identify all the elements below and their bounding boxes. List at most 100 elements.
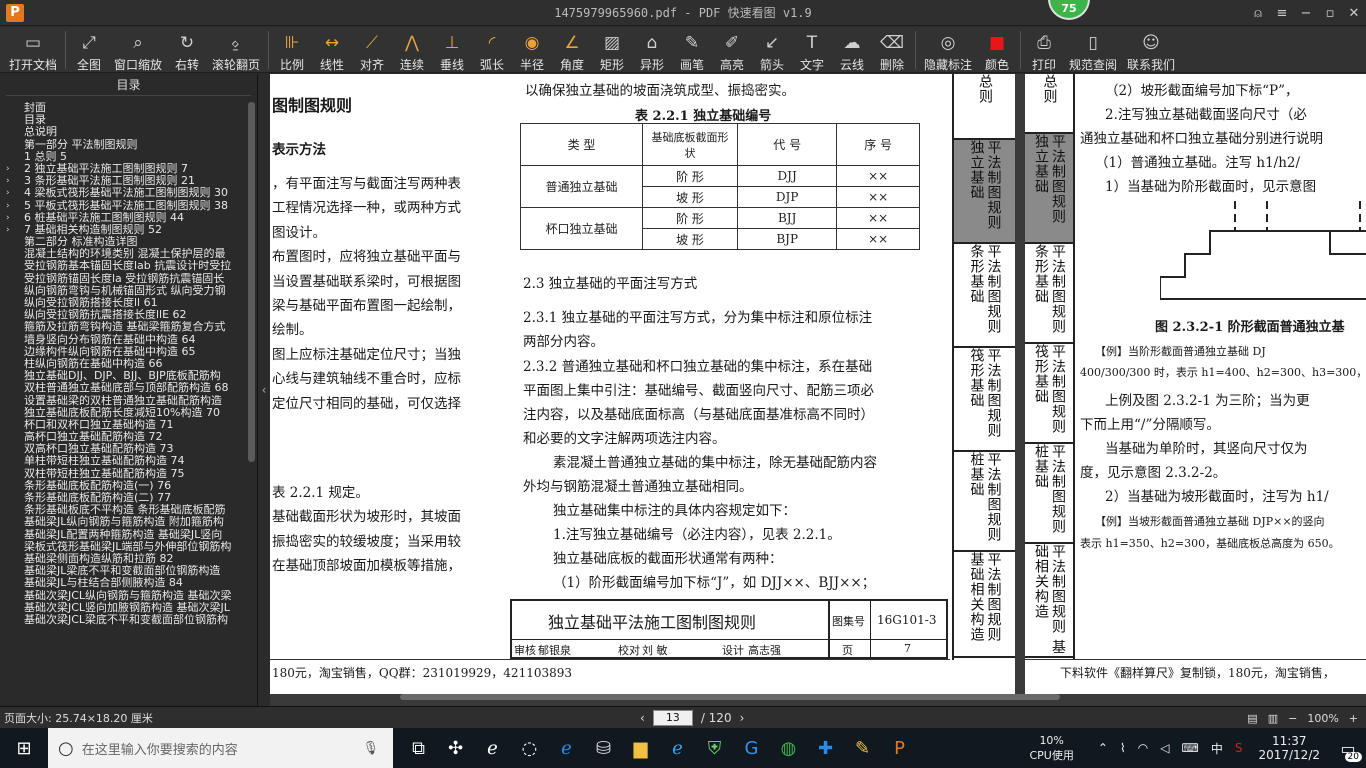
progress-badge[interactable]: 75 [1048, 0, 1090, 20]
tool-eraser-button[interactable]: ⌫ 删除 [872, 27, 912, 73]
minimize-button[interactable]: − [1294, 0, 1318, 26]
toc-item[interactable]: 受拉钢筋基本锚固长度lab 抗震设计时受拉 [0, 260, 248, 272]
clock-time[interactable]: 11:37 [1272, 734, 1307, 748]
toc-item[interactable]: 双柱普通独立基础底部与顶部配筋构造 68 [0, 382, 248, 394]
toc-item[interactable]: 第二部分 标准构造详图 [0, 236, 248, 248]
expand-arrow-icon[interactable]: › [6, 163, 10, 175]
chapter-tab[interactable]: 总则 [1025, 74, 1073, 134]
toc-item[interactable]: 高杯口独立基础配筋构造 72 [0, 431, 248, 443]
toc-item[interactable]: 基础梁侧面构造纵筋和拉筋 82 [0, 553, 248, 565]
maximize-button[interactable]: ▫ [1318, 0, 1342, 26]
ie-blue-icon[interactable]: ℯ [659, 728, 696, 768]
tool-perpendicular-button[interactable]: ⊥ 垂线 [432, 27, 472, 73]
toc-item[interactable]: 目录 [0, 114, 248, 126]
toc-item[interactable]: 双柱带短柱独立基础配筋构造 75 [0, 468, 248, 480]
g-app-icon[interactable]: G [733, 728, 770, 768]
toc-item[interactable]: › 6 桩基础平法施工图制图规则 44 [0, 212, 248, 224]
chapter-tab[interactable]: 平法制图规则 独立基础 [954, 140, 1015, 244]
toc-item[interactable]: 杯口和双杯口独立基础构造 71 [0, 419, 248, 431]
chapter-tab[interactable]: 平法制图规则 桩基础 [954, 452, 1015, 552]
toc-item[interactable]: 墙身竖向分布钢筋在基础中构造 64 [0, 334, 248, 346]
tool-angle-button[interactable]: ∠ 角度 [552, 27, 592, 73]
zoom-in-button[interactable]: + [1349, 712, 1358, 725]
next-page-button[interactable]: › [740, 711, 745, 725]
tool-text-button[interactable]: T 文字 [792, 27, 832, 73]
tool-fit-page-button[interactable]: ⤢ 全图 [69, 27, 109, 73]
toc-item[interactable]: 封面 [0, 102, 248, 114]
document-viewer[interactable]: 图制图规则 表示方法 ，有平面注写与截面注写两种表 工程情况选择一种，或两种方式图… [270, 74, 1366, 706]
horizontal-scrollbar[interactable] [400, 694, 1060, 700]
toc-item[interactable]: › 5 平板式筏形基础平法施工图制图规则 38 [0, 200, 248, 212]
tool-polygon-button[interactable]: ⌂ 异形 [632, 27, 672, 73]
toc-item[interactable]: 箍筋及拉筋弯钩构造 基础梁箍筋复合方式 [0, 321, 248, 333]
ie-icon[interactable]: ℯ [474, 728, 511, 768]
sidebar-scrollbar[interactable] [248, 102, 255, 462]
file-explorer-icon[interactable]: ▆ [622, 728, 659, 768]
toc-item[interactable]: 1 总则 5 [0, 151, 248, 163]
chapter-tab[interactable]: 总则 [954, 74, 1015, 140]
tray-expand-icon[interactable]: ⌃ [1098, 741, 1108, 755]
tool-printer-button[interactable]: ⎙ 打印 [1024, 27, 1064, 73]
chapter-tab[interactable]: 平法制图规则 基础相关构造 [954, 552, 1015, 658]
double-page-view-icon[interactable]: ▥ [1268, 712, 1278, 725]
tool-radius-button[interactable]: ◉ 半径 [512, 27, 552, 73]
expand-arrow-icon[interactable]: › [6, 187, 10, 199]
toc-item[interactable]: 基础次梁JCL梁底不平和变截面部位钢筋构 [0, 614, 248, 626]
chapter-tab[interactable]: 平法制图规则 条形基础 [1025, 244, 1073, 344]
tool-arc-length-button[interactable]: ◜ 弧长 [472, 27, 512, 73]
tool-mouse-wheel-button[interactable]: ⍚ 滚轮翻页 [207, 27, 265, 73]
toc-item[interactable]: 总说明 [0, 126, 248, 138]
notes-app-icon[interactable]: ✎ [844, 728, 881, 768]
sogou-icon[interactable]: S [1235, 741, 1243, 755]
chapter-tab[interactable]: 平法制图规则 条形基础 [954, 244, 1015, 348]
chapter-tab[interactable]: 平法制图规则 独立基础 [1025, 134, 1073, 244]
toc-item[interactable]: 基础梁JL与柱结合部侧腋构造 84 [0, 577, 248, 589]
close-button[interactable]: ✕ [1342, 0, 1366, 26]
menu-icon[interactable]: ≡ [1270, 0, 1294, 26]
taskbar-search[interactable]: ○ 在这里输入你要搜索的内容 🎙 [48, 728, 393, 768]
toc-item[interactable]: 独立基础DJJ、DJP、BJJ、BJP底板配筋构 [0, 370, 248, 382]
zoom-level[interactable]: 100% [1307, 712, 1338, 725]
toc-item[interactable]: 梁板式筏形基础梁JL端部与外伸部位钢筋构 [0, 541, 248, 553]
toc-item[interactable]: › 4 梁板式筏形基础平法施工图制图规则 30 [0, 187, 248, 199]
ime-indicator[interactable]: 中 [1211, 740, 1223, 757]
toc-item[interactable]: 基础次梁JCL纵向钢筋与箍筋构造 基础次梁 [0, 590, 248, 602]
expand-arrow-icon[interactable]: › [6, 224, 10, 236]
chapter-tab[interactable]: 平法制图规则 基础相关构造 [1025, 544, 1073, 658]
tool-cloud-button[interactable]: ☁ 云线 [832, 27, 872, 73]
chapter-tab[interactable]: 平法制图规则 筏形基础 [1025, 344, 1073, 444]
tool-align-button[interactable]: ⟋ 对齐 [352, 27, 392, 73]
tool-highlighter-button[interactable]: ✐ 高亮 [712, 27, 752, 73]
network-icon[interactable]: ⌇ [1120, 741, 1126, 755]
tool-arrow-button[interactable]: ↙ 箭头 [752, 27, 792, 73]
store-icon[interactable]: ⛁ [585, 728, 622, 768]
volume-icon[interactable]: ◁ [1160, 741, 1169, 755]
chapter-tab[interactable]: 平法制图规则 桩基础 [1025, 444, 1073, 544]
user-icon[interactable]: ⍝ [1246, 0, 1270, 26]
tool-continuous-button[interactable]: ⋀ 连续 [392, 27, 432, 73]
toc-item[interactable]: 受拉钢筋锚固长度la 受拉钢筋抗震锚固长 [0, 273, 248, 285]
toc-item[interactable]: 纵向受拉钢筋抗震搭接长度llE 62 [0, 309, 248, 321]
notification-center-icon[interactable]: ▭ 20 [1330, 728, 1366, 768]
tool-rotate-right-button[interactable]: ↻ 右转 [167, 27, 207, 73]
toc-item[interactable]: 基础梁JL梁底不平和变截面部位钢筋构造 [0, 565, 248, 577]
tool-pen-button[interactable]: ✎ 画笔 [672, 27, 712, 73]
task-view-icon[interactable]: ⧉ [400, 728, 437, 768]
tool-color-swatch-button[interactable]: ■ 颜色 [977, 27, 1017, 73]
toc-item[interactable]: 纵向钢筋弯钩与机械锚固形式 纵向受力钢 [0, 285, 248, 297]
plus-app-icon[interactable]: ✚ [807, 728, 844, 768]
tool-zoom-window-button[interactable]: ⌕ 窗口缩放 [109, 27, 167, 73]
tool-hide-eye-button[interactable]: ◎ 隐藏标注 [919, 27, 977, 73]
toc-item[interactable]: 混凝土结构的环境类别 混凝土保护层的最 [0, 248, 248, 260]
expand-arrow-icon[interactable]: › [6, 175, 10, 187]
toc-item[interactable]: 基础梁JL配置两种箍筋构造 基础梁JL竖向 [0, 529, 248, 541]
chapter-tab[interactable]: 平法制图规则 筏形基础 [954, 348, 1015, 452]
zoom-out-button[interactable]: − [1288, 712, 1297, 725]
pdf-viewer-taskbar-icon[interactable]: P [881, 728, 918, 768]
toc-item[interactable]: 双高杯口独立基础配筋构造 73 [0, 443, 248, 455]
toc-item[interactable]: 基础次梁JCL竖向加腋钢筋构造 基础次梁JL [0, 602, 248, 614]
keyboard-icon[interactable]: ⌨ [1182, 741, 1199, 755]
tool-folder-button[interactable]: ▭ 打开文档 [4, 27, 62, 73]
toc-item[interactable]: 条形基础底板配筋构造(二) 77 [0, 492, 248, 504]
toc-item[interactable]: › 2 独立基础平法施工图制图规则 7 [0, 163, 248, 175]
